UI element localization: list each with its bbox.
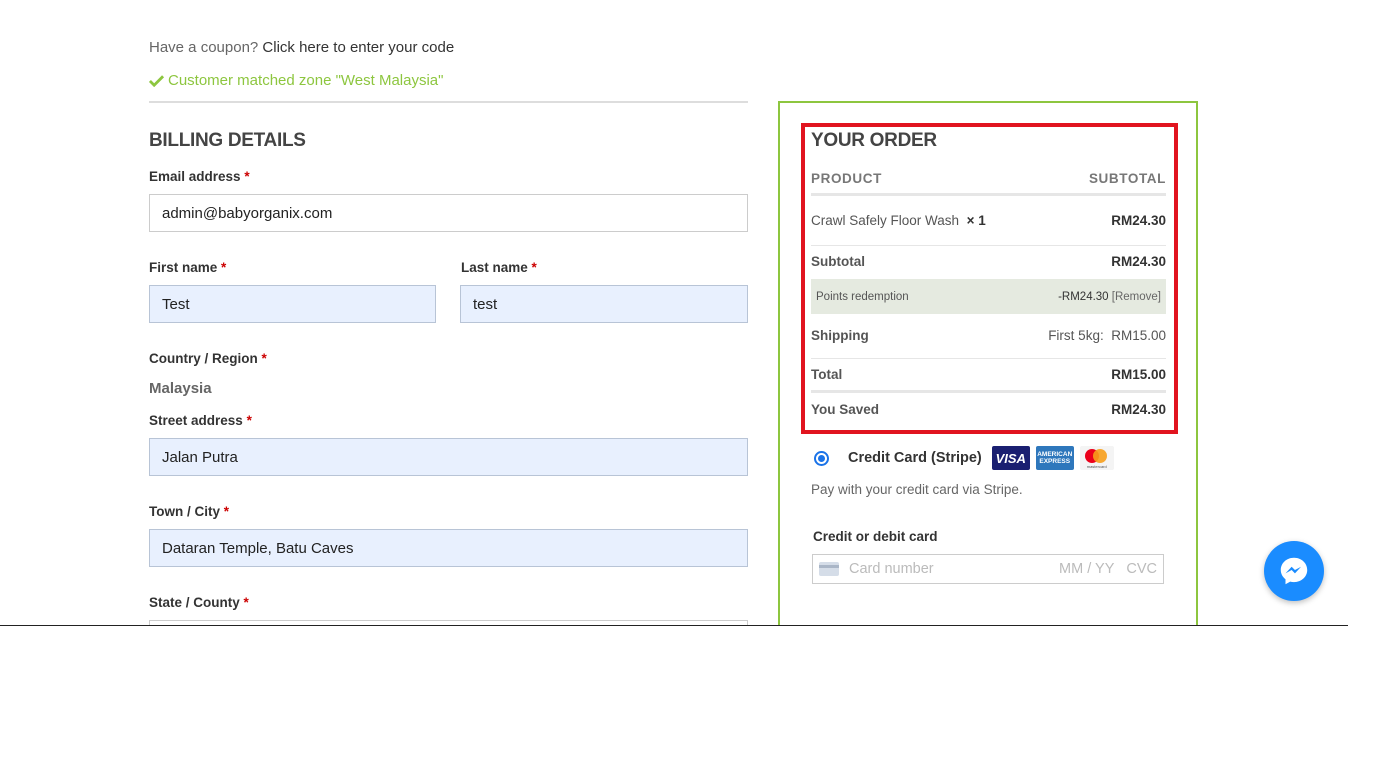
coupon-link[interactable]: Click here to enter your code <box>262 39 454 56</box>
item-name: Crawl Safely Floor Wash <box>811 213 960 228</box>
shipping-row: Shipping First 5kg: RM15.00 <box>811 328 1166 343</box>
divider <box>811 358 1166 359</box>
first-name-field[interactable]: Test <box>149 285 436 323</box>
shipping-value: RM15.00 <box>1111 328 1166 343</box>
saved-label: You Saved <box>811 402 880 417</box>
zone-message: Customer matched zone "West Malaysia" <box>149 72 443 89</box>
mc-circle-orange <box>1092 449 1107 463</box>
country-value: Malaysia <box>149 380 212 397</box>
expiry-placeholder: MM / YY <box>1059 561 1115 577</box>
item-price: RM24.30 <box>1111 213 1166 228</box>
required-mark: * <box>531 260 537 275</box>
points-value-wrap: -RM24.30 [Remove] <box>1058 291 1161 303</box>
required-mark: * <box>261 351 267 366</box>
required-mark: * <box>223 504 230 519</box>
total-value: RM15.00 <box>1111 367 1166 382</box>
street-label: Street address * <box>149 413 252 428</box>
amex-logo-icon: AMERICAN EXPRESS <box>1035 446 1074 470</box>
coupon-prompt: Have a coupon? <box>149 39 259 56</box>
email-label-text: Email address <box>149 169 241 184</box>
item-name-wrap: Crawl Safely Floor Wash × 1 <box>811 213 986 228</box>
payment-description: Pay with your credit card via Stripe. <box>811 482 1023 497</box>
payment-method-label: Credit Card (Stripe) <box>848 450 982 466</box>
item-qty: × 1 <box>966 213 986 228</box>
messenger-icon <box>1280 557 1308 585</box>
last-name-label: Last name * <box>461 260 537 275</box>
order-item-row: Crawl Safely Floor Wash × 1 RM24.30 <box>811 213 1166 228</box>
shipping-label: Shipping <box>811 328 869 343</box>
remove-points-link[interactable]: [Remove] <box>1112 291 1161 303</box>
required-mark: * <box>244 169 250 184</box>
street-label-text: Street address <box>149 413 243 428</box>
state-label: State / County * <box>149 595 249 610</box>
required-mark: * <box>221 260 227 275</box>
order-table-head: PRODUCT SUBTOTAL <box>811 171 1166 186</box>
last-name-label-text: Last name <box>461 260 528 275</box>
saved-value: RM24.30 <box>1111 402 1166 417</box>
email-label: Email address * <box>149 169 250 184</box>
town-label-text: Town / City <box>149 504 220 519</box>
shipping-value-wrap: First 5kg: RM15.00 <box>1048 328 1166 343</box>
stripe-radio[interactable] <box>814 450 829 466</box>
subtotal-row: Subtotal RM24.30 <box>811 254 1166 269</box>
first-name-label-text: First name <box>149 260 218 275</box>
required-mark: * <box>246 413 252 428</box>
town-label: Town / City * <box>149 504 229 519</box>
state-label-text: State / County <box>149 595 240 610</box>
street-field[interactable]: Jalan Putra <box>149 438 748 476</box>
email-field[interactable]: admin@babyorganix.com <box>149 194 748 232</box>
divider <box>811 390 1166 393</box>
total-label: Total <box>811 367 843 382</box>
viewport-edge <box>0 625 1348 626</box>
head-subtotal: SUBTOTAL <box>1088 171 1166 186</box>
cvc-placeholder: CVC <box>1126 561 1157 577</box>
checkout-page: Have a coupon? Click here to enter your … <box>0 0 1348 626</box>
mc-text: mastercard <box>1086 464 1107 469</box>
zone-message-text: Customer matched zone "West Malaysia" <box>168 72 444 89</box>
last-name-field[interactable]: test <box>460 285 748 323</box>
checkmark-icon <box>149 75 164 87</box>
amex-line2: EXPRESS <box>1039 458 1071 465</box>
points-value: -RM24.30 <box>1058 290 1109 303</box>
order-title: YOUR ORDER <box>811 130 937 151</box>
payment-method-stripe[interactable]: Credit Card (Stripe) VISA AMERICAN EXPRE… <box>814 446 1114 470</box>
shipping-method: First 5kg: <box>1048 328 1104 343</box>
messenger-chat-button[interactable] <box>1264 541 1324 601</box>
billing-title: BILLING DETAILS <box>149 130 306 151</box>
credit-card-icon <box>819 562 839 576</box>
divider <box>811 245 1166 246</box>
coupon-notice: Have a coupon? Click here to enter your … <box>149 39 454 56</box>
radio-dot <box>818 454 825 462</box>
country-label: Country / Region * <box>149 351 267 366</box>
amex-line1: AMERICAN <box>1037 451 1073 458</box>
points-redemption-row: Points redemption -RM24.30 [Remove] <box>811 279 1166 314</box>
first-name-label: First name * <box>149 260 226 275</box>
subtotal-value: RM24.30 <box>1111 254 1166 269</box>
total-row: Total RM15.00 <box>811 367 1166 382</box>
required-mark: * <box>243 595 249 610</box>
saved-row: You Saved RM24.30 <box>811 402 1166 417</box>
points-label: Points redemption <box>816 290 909 303</box>
visa-logo-icon: VISA <box>991 446 1030 470</box>
mastercard-logo-icon: mastercard <box>1079 446 1114 470</box>
card-input[interactable]: Card number MM / YY CVC <box>812 554 1164 584</box>
divider <box>811 193 1166 196</box>
head-product: PRODUCT <box>811 171 882 186</box>
divider <box>149 101 748 103</box>
country-label-text: Country / Region <box>149 351 258 366</box>
card-label: Credit or debit card <box>813 529 938 544</box>
town-field[interactable]: Dataran Temple, Batu Caves <box>149 529 748 567</box>
subtotal-label: Subtotal <box>811 254 865 269</box>
card-number-placeholder: Card number <box>849 561 934 577</box>
